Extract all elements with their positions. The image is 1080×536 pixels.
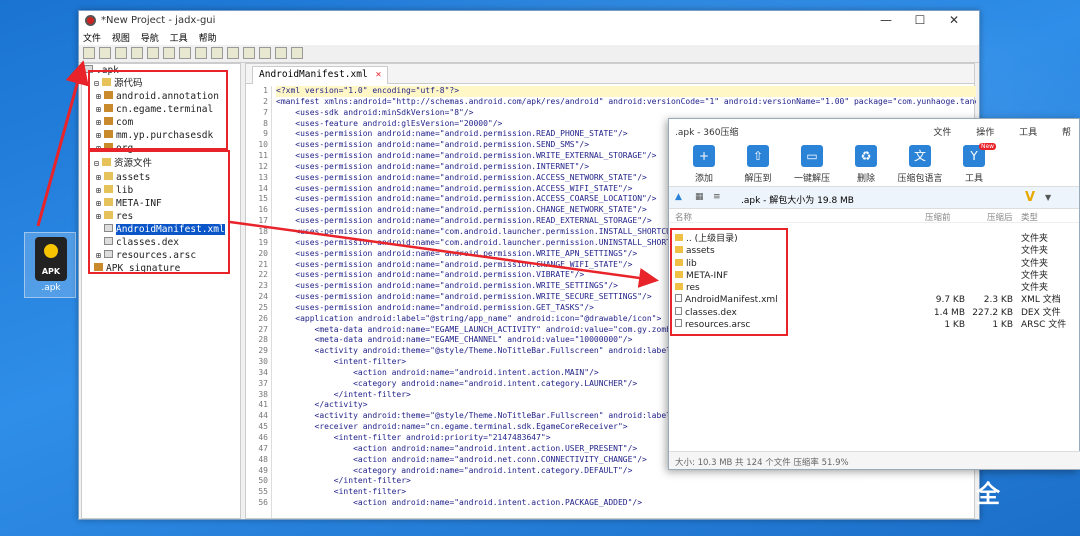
wechat-icon	[862, 479, 891, 501]
watermark-text: 亿人安全	[898, 480, 1002, 508]
arrow-manifest-to-zip	[229, 220, 659, 288]
arrow-icon-to-tree	[36, 60, 89, 227]
annotation-arrows	[36, 60, 659, 288]
